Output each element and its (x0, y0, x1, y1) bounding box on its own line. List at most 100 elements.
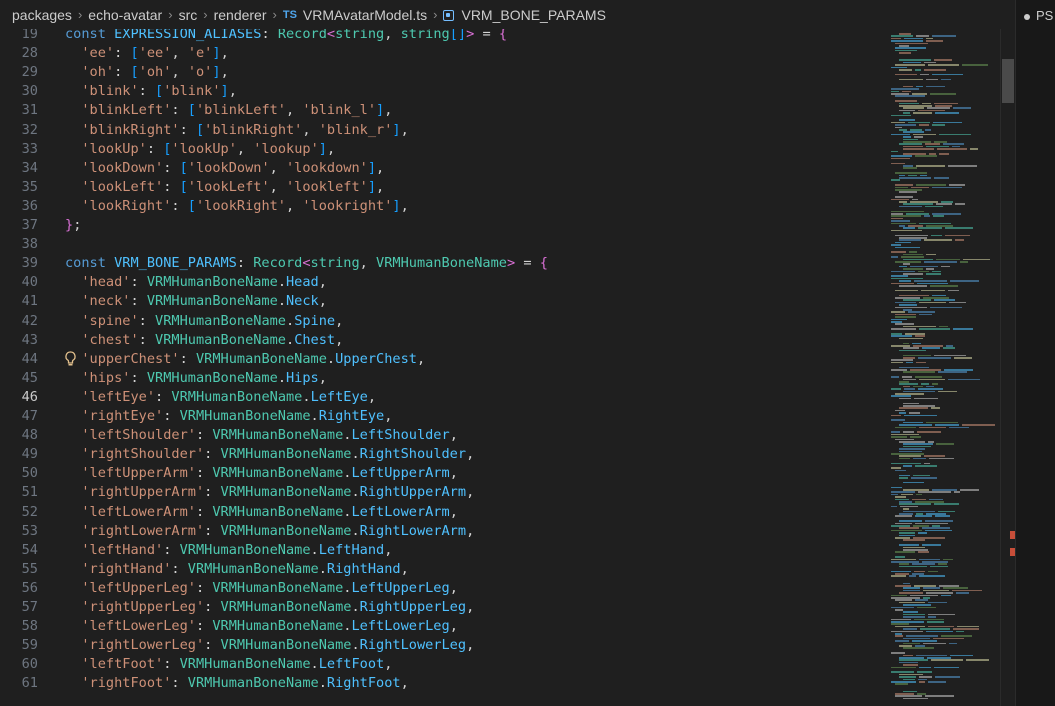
breadcrumb-item-file[interactable]: VRMAvatarModel.ts (303, 7, 427, 23)
line-number: 46 (21, 388, 38, 405)
minimap-code-row (938, 371, 967, 373)
minimap-code-row (895, 124, 916, 126)
minimap-code-row (903, 61, 921, 64)
code-line[interactable]: 46 'leftEye': VRMHumanBoneName.LeftEye, (0, 388, 885, 407)
code-token: 'rightFoot' (81, 675, 172, 692)
code-line[interactable]: 35 'lookLeft': ['lookLeft', 'lookleft'], (0, 178, 885, 197)
code-token: VRMHumanBoneName (220, 637, 352, 654)
breadcrumb-item-echo-avatar[interactable]: echo-avatar (88, 7, 162, 23)
breadcrumb-item-renderer[interactable]: renderer (214, 7, 267, 23)
code-token: 'e' (187, 45, 213, 62)
code-line[interactable]: 59 'rightLowerLeg': VRMHumanBoneName.Rig… (0, 636, 885, 655)
code-line[interactable]: 54 'leftHand': VRMHumanBoneName.LeftHand… (0, 541, 885, 560)
code-line[interactable]: 52 'leftLowerArm': VRMHumanBoneName.Left… (0, 503, 885, 522)
code-line[interactable]: 44 'upperChest': VRMHumanBoneName.UpperC… (0, 350, 885, 369)
minimap-code-row (899, 285, 927, 287)
minimap-code-row (932, 124, 945, 126)
minimap-code-row (891, 493, 898, 496)
code-token: RightUpperLeg (359, 599, 467, 615)
code-editor[interactable]: 19 const EXPRESSION_ALIASES: Record<strin… (0, 29, 885, 706)
code-line[interactable]: 41 'neck': VRMHumanBoneName.Neck, (0, 292, 885, 311)
code-line[interactable]: 32 'blinkRight': ['blinkRight', 'blink_r… (0, 121, 885, 140)
code-line[interactable]: 34 'lookDown': ['lookDown', 'lookdown'], (0, 159, 885, 178)
minimap-code-row (895, 313, 916, 316)
code-line[interactable]: 49 'rightShoulder': VRMHumanBoneName.Rig… (0, 445, 885, 464)
code-line[interactable]: 43 'chest': VRMHumanBoneName.Chest, (0, 331, 885, 350)
breadcrumb-item-packages[interactable]: packages (12, 7, 72, 23)
code-text: 'leftEye': VRMHumanBoneName.LeftEye, (65, 388, 376, 407)
code-line[interactable]: 61 'rightFoot': VRMHumanBoneName.RightFo… (0, 674, 885, 693)
code-token: string (400, 29, 450, 42)
minimap-code-row (911, 477, 937, 479)
minimap-code-row (945, 234, 970, 237)
minimap-code-row (912, 563, 935, 565)
minimap-code-row (920, 73, 929, 76)
vertical-scrollbar-thumb[interactable] (1002, 59, 1014, 103)
code-line[interactable]: 30 'blink': ['blink'], (0, 82, 885, 101)
minimap-code-row (918, 388, 943, 390)
code-line[interactable]: 47 'rightEye': VRMHumanBoneName.RightEye… (0, 407, 885, 426)
minimap-code-row (903, 371, 935, 373)
code-line[interactable]: 55 'rightHand': VRMHumanBoneName.RightHa… (0, 560, 885, 579)
minimap-code-row (895, 47, 926, 49)
code-text: 'blinkLeft': ['blinkLeft', 'blink_l'], (65, 101, 392, 120)
minimap-code-row (928, 570, 938, 573)
code-text: 'head': VRMHumanBoneName.Head, (65, 273, 327, 292)
code-line[interactable]: 31 'blinkLeft': ['blinkLeft', 'blink_l']… (0, 101, 885, 120)
minimap-code-row (891, 328, 916, 330)
minimap-code-row (895, 126, 902, 129)
minimap-code-row (895, 585, 911, 587)
code-token: , (384, 656, 393, 673)
breadcrumb-item-src[interactable]: src (179, 7, 198, 23)
breadcrumb-item-symbol[interactable]: VRM_BONE_PARAMS (461, 7, 605, 23)
code-line[interactable]: 19 const EXPRESSION_ALIASES: Record<strin… (0, 29, 885, 44)
minimap-code-row (899, 337, 923, 340)
minimap-code-row (930, 565, 948, 568)
code-text: 'upperChest': VRMHumanBoneName.UpperChes… (65, 350, 425, 369)
minimap[interactable] (885, 29, 1000, 706)
code-line[interactable]: 29 'oh': ['oh', 'o'], (0, 63, 885, 82)
code-line[interactable]: 56 'leftUpperLeg': VRMHumanBoneName.Left… (0, 579, 885, 598)
code-line[interactable]: 48 'leftShoulder': VRMHumanBoneName.Left… (0, 426, 885, 445)
code-line[interactable]: 58 'leftLowerLeg': VRMHumanBoneName.Left… (0, 617, 885, 636)
code-line[interactable]: 33 'lookUp': ['lookUp', 'lookup'], (0, 140, 885, 159)
minimap-code-row (927, 657, 951, 659)
side-panel: PS (1015, 0, 1055, 706)
code-token: VRMHumanBoneName (179, 408, 311, 424)
vertical-scrollbar-track[interactable] (1000, 29, 1015, 706)
code-token: LeftFoot (318, 656, 385, 673)
code-line[interactable]: 42 'spine': VRMHumanBoneName.Spine, (0, 312, 885, 331)
terminal-tab-label[interactable]: PS (1036, 8, 1053, 23)
code-line[interactable]: 38 (0, 235, 885, 254)
code-line[interactable]: 60 'leftFoot': VRMHumanBoneName.LeftFoot… (0, 655, 885, 674)
minimap-code-row (891, 453, 924, 455)
code-line[interactable]: 28 'ee': ['ee', 'e'], (0, 44, 885, 63)
code-line[interactable]: 40 'head': VRMHumanBoneName.Head, (0, 273, 885, 292)
code-line[interactable]: 50 'leftUpperArm': VRMHumanBoneName.Left… (0, 464, 885, 483)
code-line[interactable]: 53 'rightLowerArm': VRMHumanBoneName.Rig… (0, 522, 885, 541)
code-token: , (220, 64, 229, 81)
code-token: , (335, 331, 344, 348)
code-line[interactable]: 45 'hips': VRMHumanBoneName.Hips, (0, 369, 885, 388)
minimap-code-row (903, 145, 923, 148)
minimap-code-row (895, 556, 905, 558)
minimap-code-row (899, 477, 908, 479)
minimap-code-row (923, 297, 949, 299)
code-token: const (65, 255, 115, 272)
code-line[interactable]: 51 'rightUpperArm': VRMHumanBoneName.Rig… (0, 483, 885, 502)
code-line[interactable]: 37}; (0, 216, 885, 235)
code-line[interactable]: 39 const VRM_BONE_PARAMS: Record<string, … (0, 254, 885, 273)
minimap-code-row (930, 306, 962, 309)
code-token: VRMHumanBoneName (155, 331, 286, 348)
line-number: 52 (21, 503, 38, 520)
code-text: const VRM_BONE_PARAMS: Record<string, VR… (65, 254, 548, 273)
code-line[interactable]: 36 'lookRight': ['lookRight', 'lookright… (0, 197, 885, 216)
minimap-code-row (895, 246, 920, 249)
minimap-code-row (899, 527, 919, 529)
minimap-code-row (899, 474, 910, 477)
lightbulb-icon[interactable] (64, 351, 77, 367)
minimap-code-row (899, 33, 911, 35)
code-token: , (466, 637, 475, 654)
code-line[interactable]: 57 'rightUpperLeg': VRMHumanBoneName.Rig… (0, 598, 885, 617)
